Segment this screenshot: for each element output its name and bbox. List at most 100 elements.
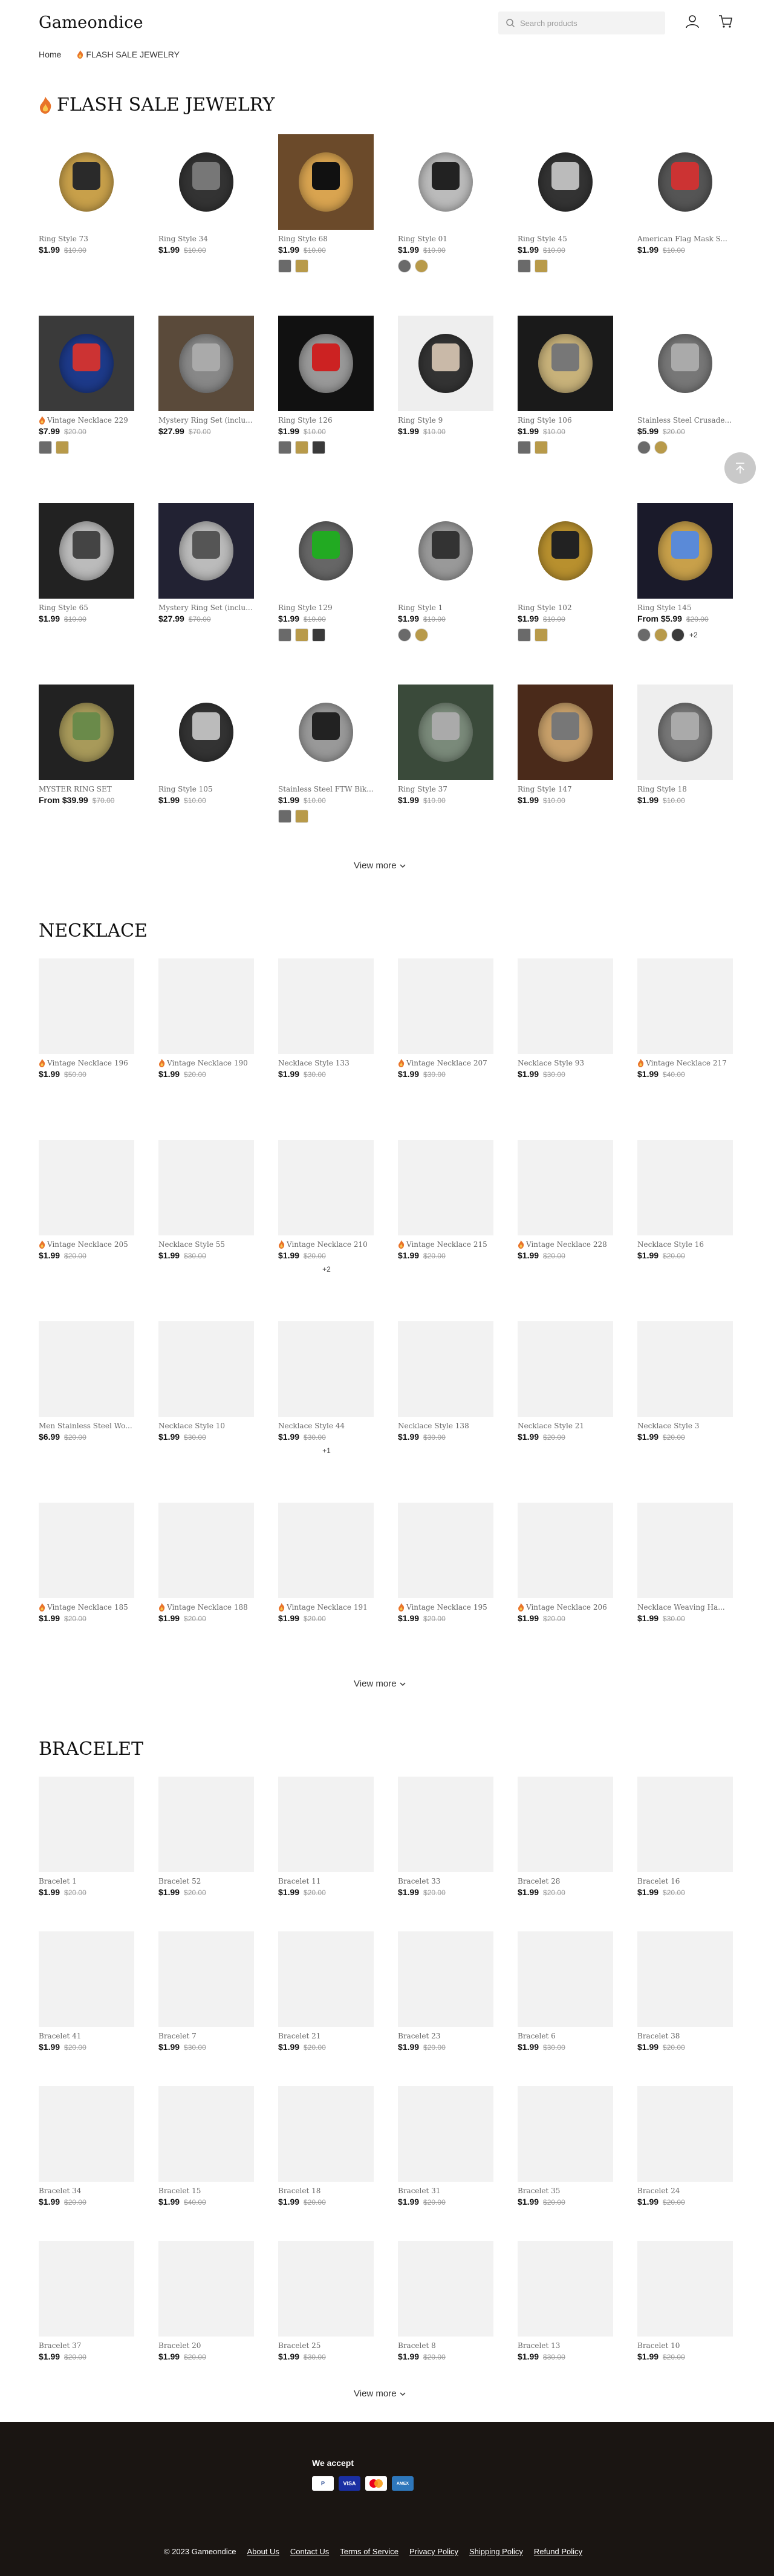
- product-image[interactable]: [398, 685, 493, 780]
- product-card[interactable]: Ring Style 145 From $5.99 $20.00 +2: [637, 503, 733, 642]
- product-title[interactable]: Vintage Necklace 215: [398, 1240, 493, 1249]
- product-card[interactable]: Necklace Style 138 $1.99 $30.00: [398, 1321, 493, 1442]
- product-card[interactable]: Bracelet 31 $1.99 $20.00: [398, 2086, 493, 2207]
- product-card[interactable]: MYSTER RING SET From $39.99 $70.00: [39, 685, 134, 805]
- product-title[interactable]: Bracelet 20: [158, 2341, 254, 2350]
- variant-swatch[interactable]: [637, 441, 651, 454]
- product-image[interactable]: [158, 958, 254, 1054]
- product-card[interactable]: Necklace Style 133 $1.99 $30.00: [278, 958, 374, 1079]
- variant-swatch[interactable]: [671, 628, 685, 642]
- product-card[interactable]: Bracelet 6 $1.99 $30.00: [518, 1931, 613, 2052]
- flash-view-more-button[interactable]: View more: [354, 860, 406, 871]
- product-title[interactable]: Bracelet 13: [518, 2341, 613, 2350]
- product-title[interactable]: Bracelet 34: [39, 2187, 134, 2195]
- product-image[interactable]: [398, 503, 493, 599]
- product-image[interactable]: [278, 2241, 374, 2337]
- variant-swatch[interactable]: [295, 259, 308, 273]
- product-card[interactable]: Ring Style 01 $1.99 $10.00: [398, 134, 493, 273]
- product-card[interactable]: Vintage Necklace 228 $1.99 $20.00: [518, 1140, 613, 1260]
- product-card[interactable]: Bracelet 1 $1.99 $20.00: [39, 1777, 134, 1897]
- product-image[interactable]: [518, 316, 613, 411]
- product-image[interactable]: [518, 2086, 613, 2182]
- product-image[interactable]: [278, 503, 374, 599]
- product-card[interactable]: Bracelet 23 $1.99 $20.00: [398, 1931, 493, 2052]
- product-image[interactable]: [278, 316, 374, 411]
- product-image[interactable]: [158, 1503, 254, 1598]
- product-image[interactable]: [518, 503, 613, 599]
- product-card[interactable]: Bracelet 13 $1.99 $30.00: [518, 2241, 613, 2361]
- product-image[interactable]: [158, 2086, 254, 2182]
- product-image[interactable]: [278, 1931, 374, 2027]
- product-image[interactable]: [398, 2086, 493, 2182]
- product-title[interactable]: Necklace Style 10: [158, 1422, 254, 1430]
- product-card[interactable]: Ring Style 65 $1.99 $10.00: [39, 503, 134, 623]
- back-to-top-button[interactable]: [724, 452, 756, 484]
- product-image[interactable]: [39, 685, 134, 780]
- product-card[interactable]: Necklace Style 10 $1.99 $30.00: [158, 1321, 254, 1442]
- variant-swatch[interactable]: [56, 441, 69, 454]
- product-title[interactable]: Vintage Necklace 195: [398, 1603, 493, 1612]
- product-card[interactable]: Ring Style 18 $1.99 $10.00: [637, 685, 733, 805]
- product-title[interactable]: Bracelet 11: [278, 1877, 374, 1885]
- product-card[interactable]: Bracelet 10 $1.99 $20.00: [637, 2241, 733, 2361]
- footer-link-terms[interactable]: Terms of Service: [340, 2547, 398, 2556]
- product-title[interactable]: Necklace Style 93: [518, 1059, 613, 1067]
- product-card[interactable]: Vintage Necklace 191 $1.99 $20.00: [278, 1503, 374, 1623]
- product-image[interactable]: [39, 316, 134, 411]
- product-image[interactable]: [518, 1777, 613, 1872]
- variant-swatch[interactable]: [654, 441, 668, 454]
- product-image[interactable]: [518, 1931, 613, 2027]
- product-title[interactable]: Ring Style 9: [398, 416, 493, 424]
- product-title[interactable]: Ring Style 105: [158, 785, 254, 793]
- variant-swatch[interactable]: [415, 259, 428, 273]
- product-title[interactable]: Vintage Necklace 210: [278, 1240, 374, 1249]
- product-title[interactable]: Mystery Ring Set (inclu...: [158, 416, 254, 424]
- product-title[interactable]: Bracelet 31: [398, 2187, 493, 2195]
- product-card[interactable]: Necklace Style 21 $1.99 $20.00: [518, 1321, 613, 1442]
- product-title[interactable]: MYSTER RING SET: [39, 785, 134, 793]
- product-title[interactable]: Stainless Steel FTW Bik...: [278, 785, 374, 793]
- product-image[interactable]: [637, 1777, 733, 1872]
- product-title[interactable]: Vintage Necklace 190: [158, 1059, 254, 1067]
- product-image[interactable]: [637, 134, 733, 230]
- variant-swatch[interactable]: [654, 628, 668, 642]
- product-card[interactable]: Vintage Necklace 195 $1.99 $20.00: [398, 1503, 493, 1623]
- product-card[interactable]: Vintage Necklace 205 $1.99 $20.00: [39, 1140, 134, 1260]
- product-title[interactable]: Necklace Style 3: [637, 1422, 733, 1430]
- product-title[interactable]: Ring Style 129: [278, 603, 374, 612]
- product-title[interactable]: Bracelet 25: [278, 2341, 374, 2350]
- product-title[interactable]: Ring Style 65: [39, 603, 134, 612]
- product-image[interactable]: [39, 958, 134, 1054]
- product-card[interactable]: Necklace Style 3 $1.99 $20.00: [637, 1321, 733, 1442]
- product-title[interactable]: Vintage Necklace 207: [398, 1059, 493, 1067]
- product-title[interactable]: Ring Style 01: [398, 235, 493, 243]
- product-image[interactable]: [39, 2241, 134, 2337]
- product-image[interactable]: [637, 316, 733, 411]
- footer-link-privacy[interactable]: Privacy Policy: [409, 2547, 458, 2556]
- product-title[interactable]: Bracelet 6: [518, 2032, 613, 2040]
- product-image[interactable]: [637, 1931, 733, 2027]
- product-image[interactable]: [158, 685, 254, 780]
- product-title[interactable]: Ring Style 145: [637, 603, 733, 612]
- product-card[interactable]: Bracelet 7 $1.99 $30.00: [158, 1931, 254, 2052]
- product-title[interactable]: Bracelet 24: [637, 2187, 733, 2195]
- product-card[interactable]: Necklace Weaving Ha... $1.99 $30.00: [637, 1503, 733, 1623]
- product-card[interactable]: Bracelet 52 $1.99 $20.00: [158, 1777, 254, 1897]
- product-card[interactable]: Stainless Steel FTW Bik... $1.99 $10.00: [278, 685, 374, 823]
- product-card[interactable]: Vintage Necklace 185 $1.99 $20.00: [39, 1503, 134, 1623]
- product-image[interactable]: [637, 958, 733, 1054]
- cart-icon[interactable]: [718, 13, 733, 29]
- product-title[interactable]: Bracelet 7: [158, 2032, 254, 2040]
- variant-swatch[interactable]: [295, 810, 308, 823]
- breadcrumb-home[interactable]: Home: [39, 50, 61, 59]
- product-title[interactable]: Bracelet 18: [278, 2187, 374, 2195]
- product-image[interactable]: [398, 2241, 493, 2337]
- product-title[interactable]: Bracelet 23: [398, 2032, 493, 2040]
- product-card[interactable]: Ring Style 106 $1.99 $10.00: [518, 316, 613, 454]
- variant-swatch[interactable]: [278, 441, 291, 454]
- product-image[interactable]: [39, 1777, 134, 1872]
- product-card[interactable]: Bracelet 33 $1.99 $20.00: [398, 1777, 493, 1897]
- product-card[interactable]: Ring Style 126 $1.99 $10.00: [278, 316, 374, 454]
- product-title[interactable]: Necklace Style 133: [278, 1059, 374, 1067]
- product-title[interactable]: American Flag Mask S...: [637, 235, 733, 243]
